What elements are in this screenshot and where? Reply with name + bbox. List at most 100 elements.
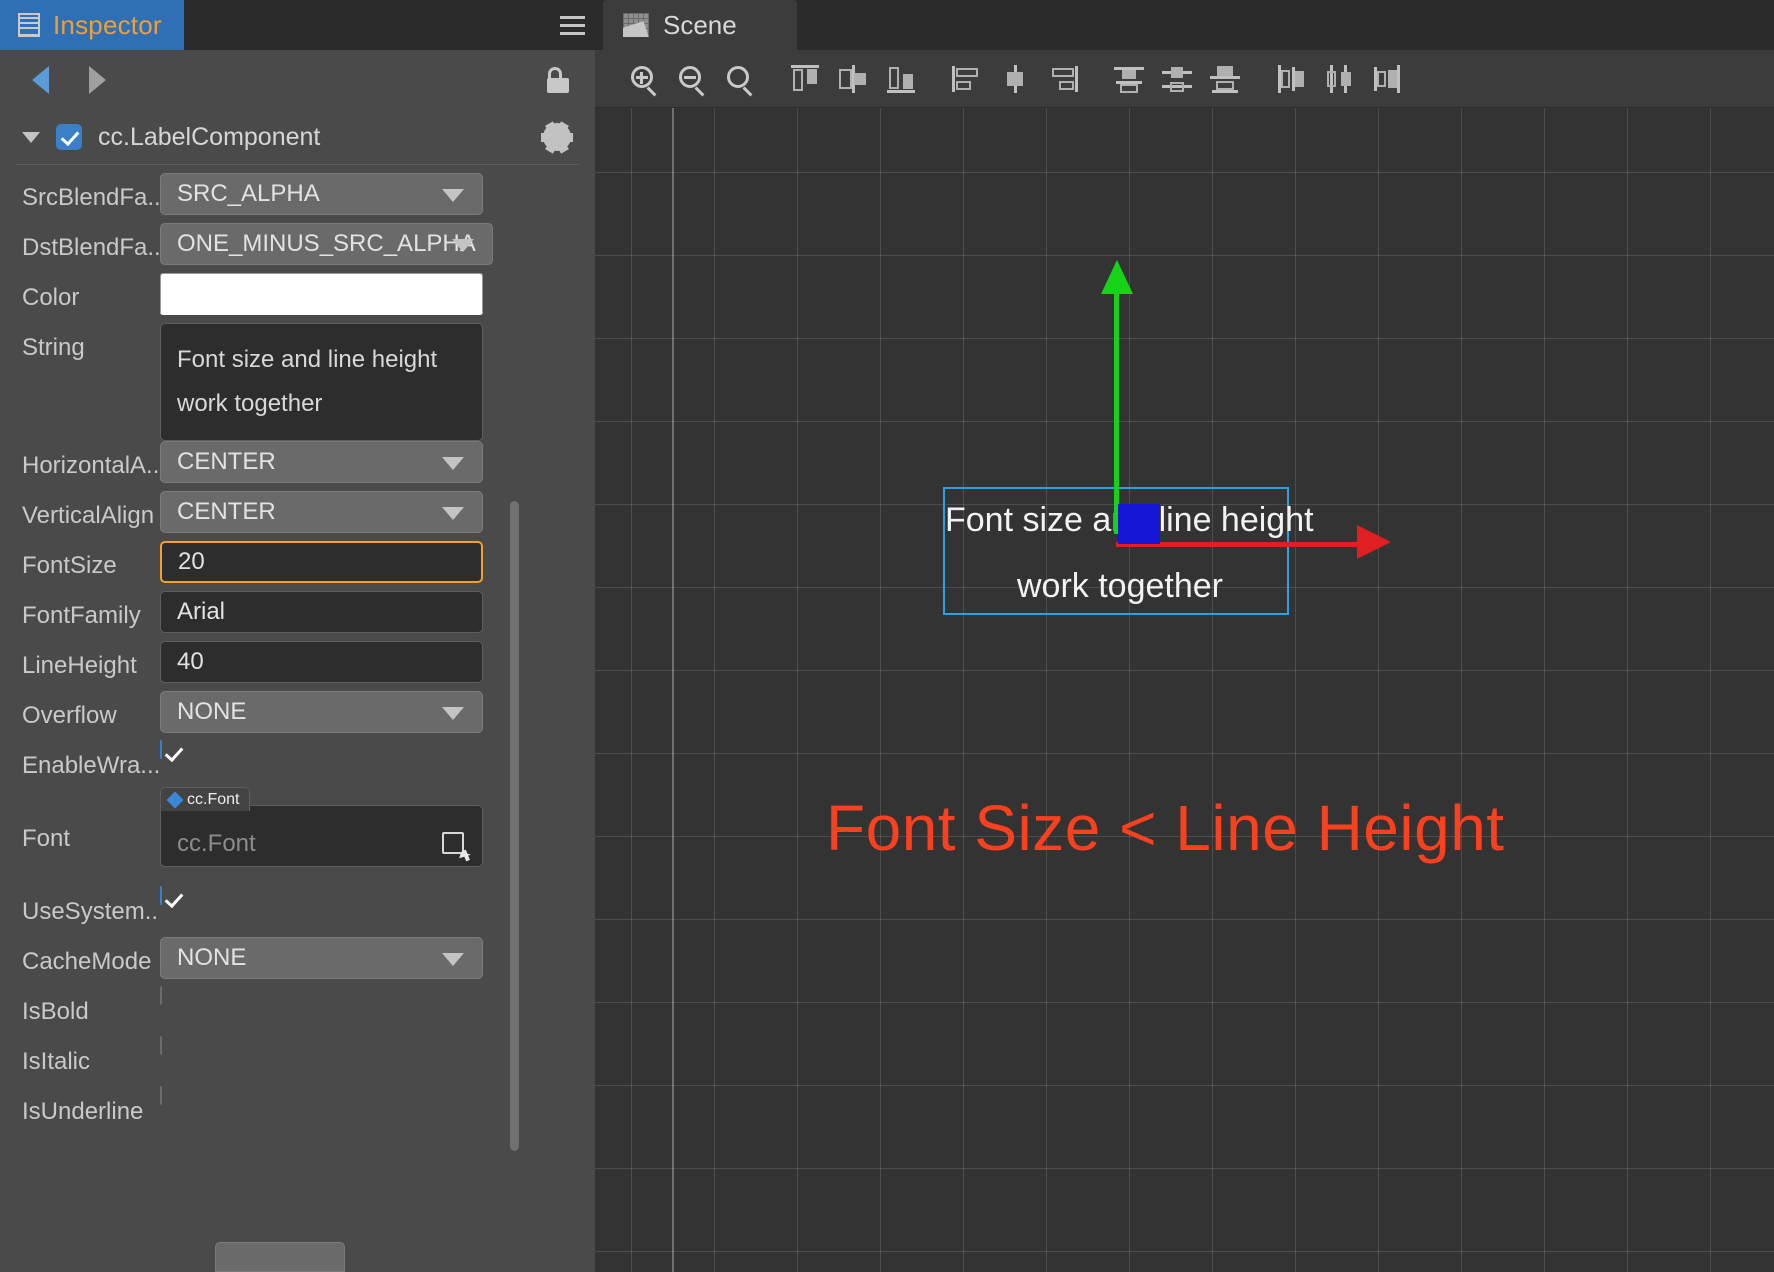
inspector-navbar xyxy=(0,50,595,110)
color-swatch[interactable] xyxy=(160,273,483,315)
tab-scene-label: Scene xyxy=(663,9,737,40)
back-arrow-icon[interactable] xyxy=(32,66,49,94)
tab-inspector[interactable]: Inspector xyxy=(0,0,184,50)
property-label: FontSize xyxy=(22,552,117,579)
font-asset-type-badge: cc.Font xyxy=(160,787,251,811)
string-line-2: work together xyxy=(177,390,323,417)
distribute-right-icon[interactable] xyxy=(1365,57,1409,101)
property-row-isbold: IsBold xyxy=(0,986,595,1037)
gizmo-y-arrowhead-icon[interactable] xyxy=(1101,260,1133,294)
property-row-srcblendfactor: SrcBlendFa... SRC_ALPHA xyxy=(0,173,595,223)
node-text-line-2: work together xyxy=(1017,567,1223,605)
align-left-icon[interactable] xyxy=(945,57,989,101)
gear-icon[interactable] xyxy=(541,120,573,154)
scene-tabbar: Scene xyxy=(595,0,1774,50)
add-component-button[interactable] xyxy=(215,1242,345,1272)
forward-arrow-icon[interactable] xyxy=(89,66,106,94)
fontfamily-value: Arial xyxy=(177,598,226,625)
property-label: HorizontalA... xyxy=(22,452,160,479)
chevron-down-icon xyxy=(442,707,464,720)
property-label: EnableWra... xyxy=(22,752,160,779)
horizontalalign-select[interactable]: CENTER xyxy=(160,441,483,483)
property-label: DstBlendFa... xyxy=(22,234,160,261)
cachemode-value: NONE xyxy=(177,944,247,971)
verticalalign-value: CENTER xyxy=(177,498,276,525)
scene-viewport[interactable]: Font size and line height work together … xyxy=(595,108,1774,1272)
srcblendfactor-value: SRC_ALPHA xyxy=(177,180,320,207)
align-right-icon[interactable] xyxy=(1041,57,1085,101)
align-horizontal-center-icon[interactable] xyxy=(993,57,1037,101)
gizmo-y-axis[interactable] xyxy=(1114,284,1119,534)
string-line-1: Font size and line height xyxy=(177,346,438,373)
inspector-tabbar: Inspector xyxy=(0,0,595,50)
property-label: Font xyxy=(22,825,71,852)
property-label: String xyxy=(22,334,85,361)
unlocked-padlock-icon[interactable] xyxy=(547,67,569,93)
gizmo-origin-handle[interactable] xyxy=(1118,504,1160,544)
verticalalign-select[interactable]: CENTER xyxy=(160,491,483,533)
string-textarea[interactable]: Font size and line height work together xyxy=(160,323,483,441)
overflow-value: NONE xyxy=(177,698,247,725)
font-asset-value: cc.Font xyxy=(177,830,256,857)
zoom-in-icon[interactable] xyxy=(621,57,665,101)
chevron-down-icon[interactable] xyxy=(22,131,40,143)
inspector-tabbar-empty xyxy=(183,0,549,50)
overflow-select[interactable]: NONE xyxy=(160,691,483,733)
inspector-scrollbar[interactable] xyxy=(510,501,519,1151)
distribute-left-icon[interactable] xyxy=(1269,57,1313,101)
property-label: UseSystem... xyxy=(22,898,160,925)
component-enabled-checkbox[interactable] xyxy=(56,124,82,150)
srcblendfactor-select[interactable]: SRC_ALPHA xyxy=(160,173,483,215)
tab-scene[interactable]: Scene xyxy=(603,0,797,50)
isunderline-checkbox[interactable] xyxy=(160,1086,162,1105)
property-row-fontfamily: FontFamily Arial xyxy=(0,591,595,641)
usesystemfont-checkbox[interactable] xyxy=(160,886,162,905)
align-bottom-icon[interactable] xyxy=(879,57,923,101)
property-label: Color xyxy=(22,284,80,311)
property-row-isunderline: IsUnderline xyxy=(0,1086,595,1137)
font-asset-badge-label: cc.Font xyxy=(187,790,240,808)
zoom-fit-icon[interactable] xyxy=(717,57,761,101)
scene-toolbar xyxy=(595,50,1774,108)
annotation-text: Font Size < Line Height xyxy=(826,792,1505,864)
property-label: FontFamily xyxy=(22,602,141,629)
dstblendfactor-select[interactable]: ONE_MINUS_SRC_ALPHA xyxy=(160,223,493,265)
chevron-down-icon xyxy=(442,507,464,520)
font-asset-field[interactable]: cc.Font cc.Font xyxy=(160,787,483,867)
fontsize-value: 20 xyxy=(178,548,205,575)
property-label: LineHeight xyxy=(22,652,137,679)
inspector-panel: Inspector cc.LabelComponent SrcBlendFa..… xyxy=(0,0,595,1272)
zoom-out-icon[interactable] xyxy=(669,57,713,101)
property-row-enablewraptext: EnableWra... xyxy=(0,740,595,791)
property-label: IsUnderline xyxy=(22,1098,144,1125)
fontsize-input[interactable]: 20 xyxy=(160,541,483,583)
lineheight-input[interactable]: 40 xyxy=(160,641,483,683)
property-row-font: Font cc.Font cc.Font xyxy=(0,787,595,887)
chevron-down-icon xyxy=(451,239,474,252)
property-label: VerticalAlign xyxy=(22,502,155,529)
align-top-icon[interactable] xyxy=(783,57,827,101)
property-label: CacheMode xyxy=(22,948,152,975)
property-row-color: Color xyxy=(0,273,595,323)
isbold-checkbox[interactable] xyxy=(160,986,162,1005)
tab-inspector-label: Inspector xyxy=(53,9,162,40)
hamburger-menu-icon[interactable] xyxy=(549,0,595,50)
distribute-bottom-icon[interactable] xyxy=(1203,57,1247,101)
property-row-fontsize: FontSize 20 xyxy=(0,541,595,591)
scene-icon xyxy=(623,13,649,37)
asset-picker-icon[interactable] xyxy=(442,832,471,862)
distribute-vertical-center-icon[interactable] xyxy=(1155,57,1199,101)
enablewraptext-checkbox[interactable] xyxy=(160,740,162,759)
align-vertical-center-icon[interactable] xyxy=(831,57,875,101)
property-label: IsBold xyxy=(22,998,89,1025)
distribute-horizontal-center-icon[interactable] xyxy=(1317,57,1361,101)
cachemode-select[interactable]: NONE xyxy=(160,937,483,979)
distribute-top-icon[interactable] xyxy=(1107,57,1151,101)
scene-panel: Scene Font size line height work togethe… xyxy=(595,0,1774,1272)
cocos-editor-window: Inspector cc.LabelComponent SrcBlendFa..… xyxy=(0,0,1774,1272)
fontfamily-input[interactable]: Arial xyxy=(160,591,483,633)
gizmo-x-arrowhead-icon[interactable] xyxy=(1357,525,1391,559)
property-row-lineheight: LineHeight 40 xyxy=(0,641,595,691)
isitalic-checkbox[interactable] xyxy=(160,1036,162,1055)
property-label: Overflow xyxy=(22,702,117,729)
